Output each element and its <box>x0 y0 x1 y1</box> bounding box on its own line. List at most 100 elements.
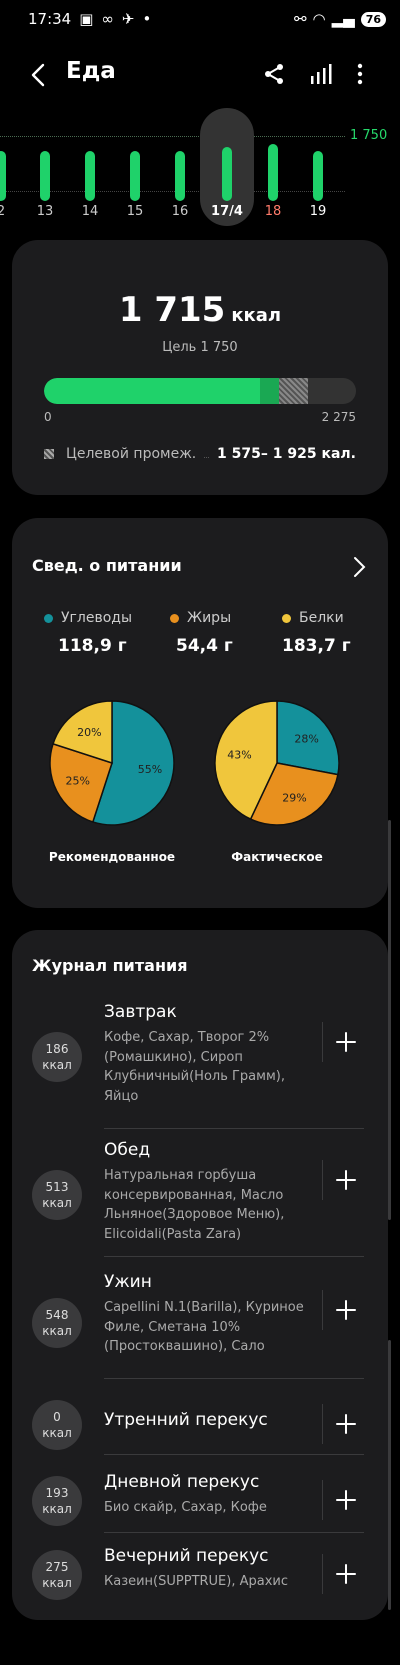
carbs-value: 118,9 г <box>58 636 127 656</box>
entry-calorie-unit: ккал <box>42 1576 72 1590</box>
journal-entry[interactable]: 0 ккал Утренний перекус <box>32 1392 368 1456</box>
add-food-button[interactable] <box>322 1554 368 1594</box>
battery-badge: 76 <box>360 11 386 27</box>
calorie-progress-bar <box>44 378 356 404</box>
progress-fill <box>44 378 280 404</box>
entry-calorie-value: 513 <box>45 1179 69 1194</box>
day-label[interactable]: 17/4 <box>210 204 244 219</box>
target-range-value: 1 575– 1 925 кал. <box>217 446 356 462</box>
macro-proteins: Белки 183,7 г <box>282 610 400 656</box>
journal-entry[interactable]: 513 ккал Обед Натуральная горбуша консервир… <box>32 1140 368 1258</box>
fats-slice-label: 29% <box>282 791 306 804</box>
progress-min: 0 <box>44 410 52 424</box>
fats-dot-icon <box>170 613 179 623</box>
day-label[interactable]: 19 <box>303 204 333 219</box>
entry-divider <box>104 1532 364 1533</box>
entry-calorie-badge: 275 ккал <box>32 1550 82 1600</box>
entry-description: Казеин(SUPPTRUE), Арахис <box>104 1574 289 1589</box>
app-header: Еда <box>0 50 400 100</box>
day-bar[interactable] <box>0 151 6 201</box>
day-label[interactable]: 13 <box>30 204 60 219</box>
entry-description: Кофе, Сахар, Творог 2% (Ромашкино), Сиро… <box>104 1030 285 1104</box>
goal-line <box>0 136 345 137</box>
back-arrow-icon[interactable] <box>26 62 52 88</box>
food-journal-card: Журнал питания 186 ккал Завтрак Кофе, Сахар… <box>12 930 388 1620</box>
day-bar[interactable] <box>175 151 185 201</box>
day-bar[interactable] <box>85 151 95 201</box>
actual-pie-block: 28% 29% 43% Фактическое <box>202 688 352 864</box>
infinity-icon: ∞ <box>101 10 114 28</box>
add-food-button[interactable] <box>322 1404 368 1444</box>
entry-meal-name: Вечерний перекус <box>104 1546 269 1566</box>
nutrition-title: Свед. о питании <box>32 556 182 575</box>
entry-meal-name: Дневной перекус <box>104 1472 260 1492</box>
daily-calorie-chart[interactable]: 1 750 2 13 14 15 16 17/4 18 19 <box>0 108 400 228</box>
entry-divider <box>104 1128 364 1129</box>
day-bar[interactable] <box>222 147 232 201</box>
target-range-row: Целевой промеж. 1 575– 1 925 кал. <box>44 446 356 462</box>
journal-entry[interactable]: 186 ккал Завтрак Кофе, Сахар, Творог 2% (Ро… <box>32 1002 368 1130</box>
entry-calorie-value: 275 <box>45 1559 69 1574</box>
actual-caption: Фактическое <box>231 850 323 864</box>
entry-calorie-value: 193 <box>45 1485 69 1500</box>
entry-calorie-value: 186 <box>45 1041 69 1056</box>
entry-description: Capellini N.1(Barilla), Куриное Филе, См… <box>104 1300 304 1354</box>
wifi-icon: ◠ <box>312 10 326 28</box>
plus-icon <box>335 1414 356 1434</box>
entry-calorie-badge: 193 ккал <box>32 1476 82 1526</box>
entry-calorie-unit: ккал <box>42 1058 72 1072</box>
journal-entry[interactable]: 275 ккал Вечерний перекус Казеин(SUPPTRUE),… <box>32 1542 368 1608</box>
carbs-label: Углеводы <box>61 610 132 626</box>
plus-icon <box>335 1564 356 1584</box>
signal-icon: ▂▄ <box>331 10 355 28</box>
progress-target-range <box>279 378 308 404</box>
day-label[interactable]: 14 <box>75 204 105 219</box>
day-bar[interactable] <box>40 151 50 201</box>
fats-label: Жиры <box>187 610 232 626</box>
chevron-right-icon[interactable] <box>352 556 366 578</box>
day-label[interactable]: 16 <box>165 204 195 219</box>
carbs-slice-label: 55% <box>138 763 162 776</box>
proteins-slice-label: 43% <box>227 749 251 762</box>
plus-icon <box>335 1490 356 1510</box>
nutrition-card[interactable]: Свед. о питании Углеводы 118,9 г Жиры 54… <box>12 518 388 908</box>
carbs-slice-label: 28% <box>294 732 318 745</box>
journal-entry[interactable]: 193 ккал Дневной перекус Био скайр, Сахар, … <box>32 1468 368 1534</box>
journal-entry[interactable]: 548 ккал Ужин Capellini N.1(Barilla), Курин… <box>32 1272 368 1380</box>
day-label[interactable]: 18 <box>258 204 288 219</box>
entry-meal-name: Обед <box>104 1140 151 1160</box>
entry-divider <box>104 1378 364 1379</box>
status-time: 17:34 <box>28 10 72 28</box>
add-food-button[interactable] <box>322 1022 368 1062</box>
day-bar[interactable] <box>313 151 323 201</box>
calorie-unit: ккал <box>231 305 282 326</box>
recommended-pie-chart: 55% 25% 20% <box>49 700 175 826</box>
carbs-dot-icon <box>44 613 53 623</box>
entry-calorie-unit: ккал <box>42 1196 72 1210</box>
dotted-leader <box>204 450 210 458</box>
add-food-button[interactable] <box>322 1160 368 1200</box>
progress-fill-target <box>260 378 280 404</box>
status-bar: 17:34 ▣ ∞ ✈ • ⚯ ◠ ▂▄ 76 <box>0 0 400 38</box>
statistics-icon[interactable] <box>308 62 332 86</box>
entry-description: Натуральная горбуша консервированная, Ма… <box>104 1168 285 1242</box>
entry-calorie-value: 548 <box>45 1307 69 1322</box>
day-bar[interactable] <box>130 151 140 201</box>
entry-divider <box>104 1256 364 1257</box>
more-options-icon[interactable] <box>354 62 366 86</box>
share-icon[interactable] <box>262 62 286 86</box>
day-label[interactable]: 2 <box>0 204 16 219</box>
goal-line-label: 1 750 <box>350 128 388 143</box>
entry-calorie-badge: 0 ккал <box>32 1400 82 1450</box>
entry-calorie-unit: ккал <box>42 1502 72 1516</box>
add-food-button[interactable] <box>322 1290 368 1330</box>
day-bar[interactable] <box>268 144 278 201</box>
add-food-button[interactable] <box>322 1480 368 1520</box>
entry-calorie-badge: 548 ккал <box>32 1298 82 1348</box>
day-label[interactable]: 15 <box>120 204 150 219</box>
progress-max: 2 275 <box>321 410 356 424</box>
page-title: Еда <box>66 58 116 84</box>
scrollbar[interactable] <box>388 820 391 1220</box>
calorie-summary-card: 1 715 ккал Цель 1 750 0 2 275 Целевой про… <box>12 240 388 495</box>
entry-calorie-badge: 186 ккал <box>32 1032 82 1082</box>
